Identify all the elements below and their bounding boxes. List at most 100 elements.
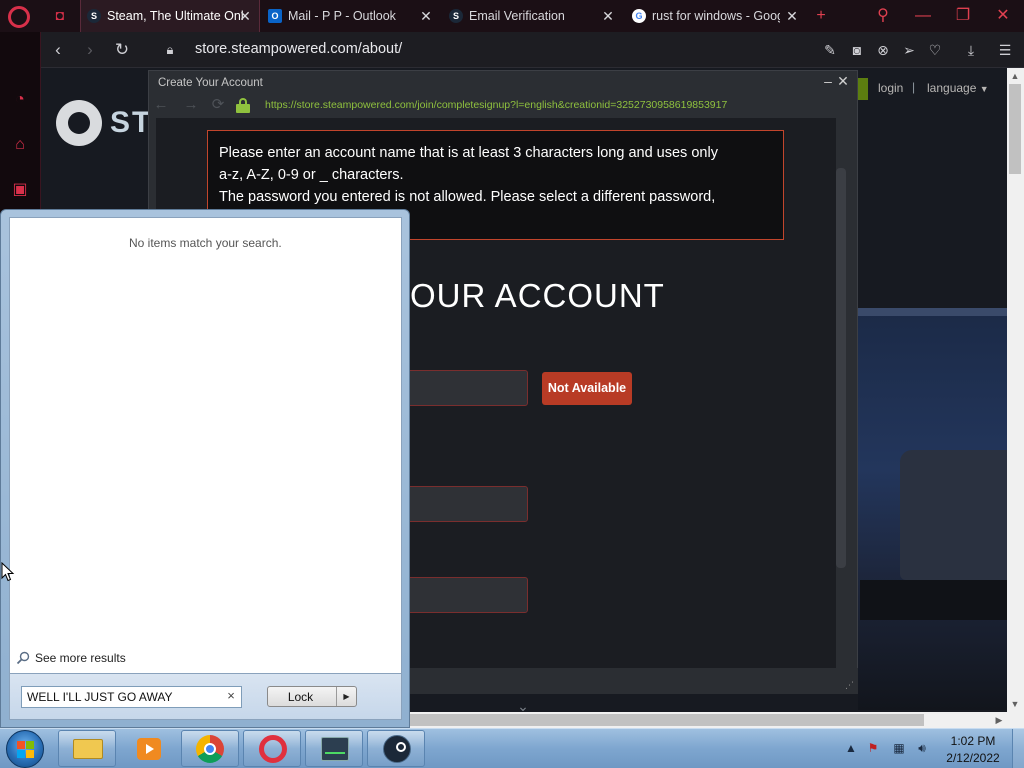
twitch-icon[interactable]: ▣ <box>10 180 30 200</box>
mouse-cursor-icon <box>1 562 15 582</box>
artwork-shape <box>900 450 1007 580</box>
popup-scrollbar[interactable] <box>836 168 846 568</box>
availability-badge[interactable]: Not Available <box>542 372 632 405</box>
search-results-list <box>9 217 402 674</box>
caret-down-icon: ▼ <box>979 84 989 94</box>
steam-logo-icon[interactable] <box>56 100 102 146</box>
new-tab-plus-icon[interactable]: + <box>810 5 832 27</box>
opera-menu-icon[interactable] <box>8 6 30 28</box>
taskbar-opera[interactable] <box>243 730 301 767</box>
horizontal-scroll-thumb[interactable] <box>404 714 924 726</box>
scroll-up-arrow-icon[interactable]: ▲ <box>1007 68 1023 84</box>
adblock-icon[interactable]: ⊗ <box>873 40 893 60</box>
google-icon: G <box>632 9 646 23</box>
tab-email-verification[interactable]: S Email Verification <box>443 0 613 32</box>
lock-icon[interactable]: 🔒︎ <box>160 40 180 60</box>
action-center-flag-icon[interactable]: ⚑ <box>866 741 880 755</box>
lock-button-label[interactable]: Lock <box>267 690 334 704</box>
tab-label: Email Verification <box>469 9 565 23</box>
file-explorer-icon <box>73 739 103 759</box>
camera-icon[interactable]: ◙ <box>847 40 867 60</box>
show-hidden-icons-arrow-icon[interactable]: ▲ <box>844 741 858 755</box>
download-icon[interactable]: ⤓ <box>961 40 981 60</box>
close-tab-icon[interactable]: ✕ <box>784 8 800 24</box>
reload-icon[interactable]: ⟳ <box>209 96 227 114</box>
easy-setup-icon[interactable]: ☰ <box>995 40 1015 60</box>
page-heading: OUR ACCOUNT <box>410 277 665 314</box>
login-link[interactable]: login <box>878 81 903 95</box>
scroll-down-arrow-icon[interactable]: ▼ <box>1007 696 1023 712</box>
minimize-icon[interactable]: – <box>820 73 836 89</box>
tab-steam[interactable]: S Steam, The Ultimate Onl <box>80 0 260 32</box>
gamepad-icon[interactable]: ◘ <box>50 7 70 25</box>
taskbar-file-explorer[interactable] <box>58 730 116 767</box>
windows-flag-part <box>26 750 34 758</box>
shutdown-options-arrow-icon[interactable]: ▶ <box>336 687 356 706</box>
artwork-shadow <box>860 580 1007 620</box>
popup-title: Create Your Account <box>158 77 263 89</box>
tab-outlook[interactable]: O Mail - P P - Outlook <box>262 0 432 32</box>
tab-google[interactable]: G rust for windows - Goog <box>626 0 780 32</box>
resize-grip-icon[interactable]: ⋰ <box>845 680 855 690</box>
scroll-right-arrow-icon[interactable]: ▶ <box>991 712 1007 728</box>
install-steam-button[interactable] <box>858 78 868 100</box>
heart-icon[interactable]: ♡ <box>925 40 945 60</box>
clock-date[interactable]: 2/12/2022 <box>938 751 1008 765</box>
padlock-icon <box>236 98 250 113</box>
edit-icon[interactable]: ✎ <box>820 40 840 60</box>
taskbar-chrome[interactable] <box>181 730 239 767</box>
search-input-value[interactable]: WELL I'LL JUST GO AWAY <box>27 690 172 704</box>
header-separator: | <box>912 80 916 94</box>
clock-time[interactable]: 1:02 PM <box>938 734 1008 748</box>
close-tab-icon[interactable]: ✕ <box>600 8 616 24</box>
chevron-down-icon[interactable]: ⌄ <box>513 699 533 713</box>
magnifier-icon <box>16 651 30 665</box>
close-tab-icon[interactable]: ✕ <box>237 8 253 24</box>
steam-icon: S <box>87 9 101 23</box>
back-arrow-icon[interactable]: ← <box>152 96 170 114</box>
chrome-icon <box>196 735 224 763</box>
taskbar-steam[interactable] <box>367 730 425 767</box>
windows-flag-part <box>17 750 25 758</box>
url-input[interactable]: store.steampowered.com/about/ <box>195 41 402 57</box>
error-line: The password you entered is not allowed.… <box>219 189 716 205</box>
error-line: a-z, A-Z, 0-9 or _ characters. <box>219 167 404 183</box>
restore-window-icon[interactable]: ❐ <box>952 5 974 27</box>
language-dropdown[interactable]: language ▼ <box>927 81 989 95</box>
windows-flag-part <box>26 741 34 749</box>
forward-icon[interactable]: › <box>80 40 100 60</box>
tab-label: Mail - P P - Outlook <box>288 9 396 23</box>
send-icon[interactable]: ➢ <box>899 40 919 60</box>
speed-dial-icon[interactable]: ◔ <box>10 90 30 110</box>
see-more-results-link[interactable]: See more results <box>35 651 126 665</box>
forward-arrow-icon[interactable]: → <box>182 96 200 114</box>
search-tabs-icon[interactable]: ⚲ <box>872 5 894 27</box>
page-scroll-thumb[interactable] <box>1009 84 1021 174</box>
outlook-icon: O <box>268 9 282 23</box>
opera-icon <box>259 735 287 763</box>
steam-icon: S <box>449 9 463 23</box>
windows-flag-icon <box>17 741 25 749</box>
steam-icon <box>383 735 411 763</box>
reload-page-icon[interactable]: ↻ <box>112 40 132 60</box>
artwork-stripe <box>858 308 1007 316</box>
close-icon[interactable]: ✕ <box>835 73 851 89</box>
no-results-text: No items match your search. <box>129 236 282 250</box>
volume-icon[interactable]: 🔊︎ <box>915 741 929 755</box>
taskbar-task-manager[interactable] <box>305 730 363 767</box>
close-tab-icon[interactable]: ✕ <box>418 8 434 24</box>
show-desktop-button[interactable] <box>1012 729 1024 768</box>
clear-search-icon[interactable]: × <box>224 689 238 703</box>
start-button[interactable] <box>6 730 44 768</box>
media-player-icon <box>137 738 161 760</box>
popup-url: https://store.steampowered.com/join/comp… <box>265 99 728 111</box>
minimize-window-icon[interactable]: — <box>912 5 934 27</box>
tab-label: rust for windows - Goog <box>652 9 780 23</box>
network-icon[interactable]: ▦ <box>892 741 906 755</box>
back-icon[interactable]: ‹ <box>48 40 68 60</box>
task-manager-icon <box>321 737 349 761</box>
shopping-bag-icon[interactable]: ⌂ <box>10 135 30 155</box>
language-label: language <box>927 81 977 95</box>
close-window-icon[interactable]: ✕ <box>992 5 1014 27</box>
taskbar-media-player[interactable] <box>120 730 178 767</box>
